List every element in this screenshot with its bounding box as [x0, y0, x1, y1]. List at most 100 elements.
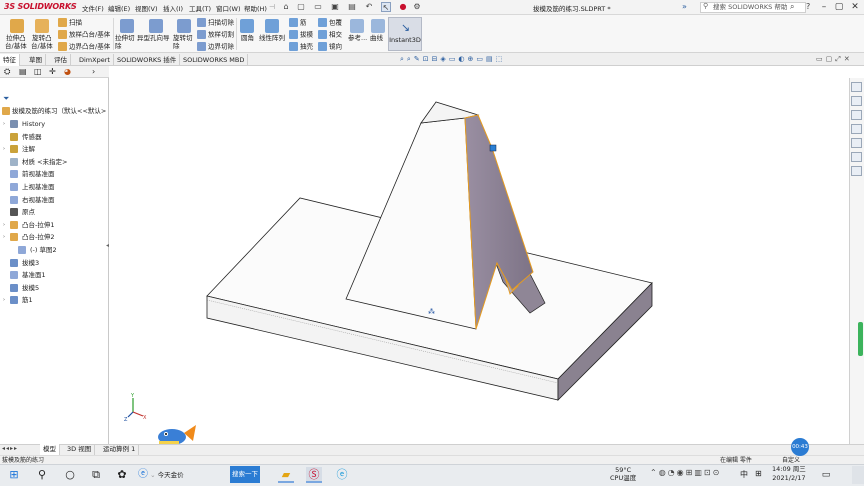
appearances-icon[interactable]: [851, 138, 862, 148]
panel-collapse-handle[interactable]: ◂: [106, 242, 109, 249]
tree-root[interactable]: 拔模及筋的练习（默认<<默认>: [0, 105, 109, 117]
view-heads-up-toolbar[interactable]: ⌕⌕✎⊡⊟◈▭◐⊕▭▤⬚: [400, 55, 505, 64]
show-desktop-button[interactable]: [852, 466, 864, 484]
expand-arrow-icon[interactable]: ›: [3, 118, 5, 130]
tree-item[interactable]: › History: [0, 118, 109, 130]
help-icon[interactable]: ?: [806, 2, 810, 11]
tree-item[interactable]: 上视基准面: [0, 181, 109, 193]
rib-button[interactable]: 筋: [289, 18, 307, 27]
menu-view[interactable]: 视图(V): [135, 3, 158, 13]
swept-cut-button[interactable]: 扫描切除: [197, 18, 234, 27]
menu-file[interactable]: 文件(F): [82, 3, 104, 13]
tab-dimxpert[interactable]: DimXpert: [76, 54, 114, 66]
minimize-icon[interactable]: –: [818, 1, 830, 13]
tree-item[interactable]: › 凸台-拉伸2: [0, 231, 109, 243]
loft-button[interactable]: 放样凸台/基体: [58, 30, 110, 39]
menu-tools[interactable]: 工具(T): [189, 3, 211, 13]
tab-addins[interactable]: SOLIDWORKS 插件: [114, 54, 181, 66]
tree-item[interactable]: › 注解: [0, 143, 109, 155]
restore-icon[interactable]: ▢: [833, 1, 845, 13]
tree-item[interactable]: 传感器: [0, 131, 109, 143]
view-palette-icon[interactable]: [851, 124, 862, 134]
model-view[interactable]: ⁂ Y X Z: [110, 66, 848, 445]
tab-scroll-arrows[interactable]: ◂◂▸▸: [2, 445, 18, 452]
solidworks-logo[interactable]: 3S SOLIDWORKS: [4, 2, 77, 11]
save-icon[interactable]: ▣: [330, 2, 340, 12]
notifications-icon[interactable]: ▭: [818, 467, 834, 483]
design-library-icon[interactable]: [851, 96, 862, 106]
feature-tree-tab-icon[interactable]: ⛭: [4, 67, 14, 77]
property-manager-tab-icon[interactable]: ▤: [19, 67, 29, 77]
tab-features[interactable]: 特征: [0, 54, 20, 66]
menu-help[interactable]: 帮助(H): [244, 3, 267, 13]
sweep-button[interactable]: 扫描: [58, 18, 82, 27]
search-now-button[interactable]: 搜索一下: [230, 466, 260, 483]
draft-button[interactable]: 拔模: [289, 30, 313, 39]
home-icon[interactable]: ⌂: [281, 2, 291, 12]
tree-item[interactable]: (-) 草图2: [0, 244, 109, 256]
boundary-cut-button[interactable]: 边界切除: [197, 42, 234, 51]
tab-motion-study[interactable]: 运动算例 1: [100, 444, 140, 455]
input-mode-icon[interactable]: ⊞: [755, 469, 762, 478]
tree-item[interactable]: 拔模5: [0, 282, 109, 294]
edge-search-box[interactable]: ⓔ ⌄ 今天金价: [138, 467, 228, 483]
menu-pin-icon[interactable]: ›: [70, 2, 76, 12]
configuration-tab-icon[interactable]: ◫: [34, 67, 44, 77]
wrap-button[interactable]: 包覆: [318, 18, 342, 27]
tree-item[interactable]: › 筋1: [0, 294, 109, 306]
tree-item[interactable]: 前视基准面: [0, 168, 109, 180]
traffic-light-icon[interactable]: ●: [398, 2, 408, 12]
tree-item[interactable]: 原点: [0, 206, 109, 218]
windows-start-icon[interactable]: ⊞: [6, 467, 22, 483]
menu-pin-icon-2[interactable]: ⊣: [269, 3, 275, 11]
viewport-window-controls[interactable]: ▭▢⤢✕: [816, 55, 853, 64]
filter-icon[interactable]: ⏷: [3, 94, 9, 104]
lofted-cut-button[interactable]: 放样切割: [197, 30, 234, 39]
close-icon[interactable]: ✕: [849, 1, 861, 13]
graphics-area[interactable]: ⁂ Y X Z: [110, 66, 848, 445]
tree-item[interactable]: 基准面1: [0, 269, 109, 281]
menu-window[interactable]: 窗口(W): [216, 3, 241, 13]
tab-model[interactable]: 模型: [40, 444, 60, 455]
new-document-icon[interactable]: ▢: [296, 2, 306, 12]
undo-icon[interactable]: ↶: [364, 2, 374, 12]
tree-item[interactable]: 拔模3: [0, 257, 109, 269]
ime-indicator[interactable]: 中: [740, 469, 748, 480]
search-icon[interactable]: ⚲: [34, 467, 50, 483]
edge-taskbar-icon[interactable]: ⓔ: [334, 467, 350, 483]
app-icon[interactable]: ✿: [114, 467, 130, 483]
options-icon[interactable]: ⚙: [412, 2, 422, 12]
solidworks-taskbar-icon[interactable]: Ⓢ: [306, 467, 322, 483]
tab-sketch[interactable]: 草图: [26, 54, 46, 66]
panel-expand-icon[interactable]: ›: [92, 67, 102, 77]
dimxpert-tab-icon[interactable]: ✛: [49, 67, 59, 77]
boundary-boss-button[interactable]: 边界凸台/基体: [58, 42, 110, 51]
custom-properties-icon[interactable]: [851, 152, 862, 162]
expand-icon[interactable]: »: [682, 2, 687, 11]
expand-arrow-icon[interactable]: ›: [3, 231, 5, 243]
expand-arrow-icon[interactable]: ›: [3, 143, 5, 155]
tab-3d-views[interactable]: 3D 视图: [64, 444, 96, 455]
cpu-temperature-widget[interactable]: 59°C CPU温度: [610, 466, 636, 482]
intersect-button[interactable]: 相交: [318, 30, 342, 39]
expand-arrow-icon[interactable]: ›: [3, 219, 5, 231]
open-icon[interactable]: ▭: [313, 2, 323, 12]
menu-edit[interactable]: 编辑(E): [108, 3, 130, 13]
display-manager-tab-icon[interactable]: ◕: [64, 67, 74, 77]
tray-icons[interactable]: ⌃◍◔◉⊞▥⊡⊙: [650, 468, 721, 477]
tab-evaluate[interactable]: 评估: [51, 54, 71, 66]
print-icon[interactable]: ▤: [347, 2, 357, 12]
clock[interactable]: 14:09 周三 2021/2/17: [772, 465, 806, 483]
search-icon[interactable]: ⌕: [790, 2, 794, 12]
instant3d-button[interactable]: ↘ Instant3D: [388, 17, 422, 51]
shell-button[interactable]: 抽壳: [289, 42, 313, 51]
mirror-button[interactable]: 镜向: [318, 42, 342, 51]
menu-insert[interactable]: 插入(I): [163, 3, 183, 13]
expand-arrow-icon[interactable]: ›: [3, 294, 5, 306]
file-explorer-icon[interactable]: [851, 110, 862, 120]
tree-item[interactable]: 材质 <未指定>: [0, 156, 109, 168]
cortana-icon[interactable]: ○: [62, 467, 78, 483]
select-icon[interactable]: ↖: [381, 2, 391, 12]
tree-item[interactable]: 右视基准面: [0, 194, 109, 206]
resources-home-icon[interactable]: [851, 82, 862, 92]
